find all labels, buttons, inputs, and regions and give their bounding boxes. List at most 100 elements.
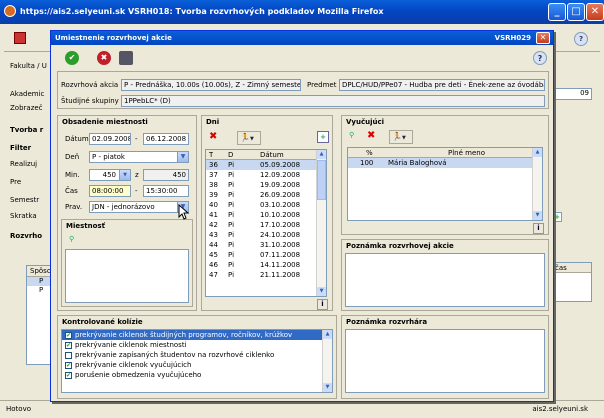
- scroll-up-icon[interactable]: ▲: [323, 330, 332, 339]
- vyucujuci-table[interactable]: % Plné meno 100 Mária Baloghová ▲ ▼: [347, 147, 543, 221]
- prav-value: JDN - jednorázovo: [92, 203, 155, 211]
- kolizie-rows: ✔ prekrývanie ciklenok študijných program…: [62, 330, 332, 380]
- table-row[interactable]: 100 Mária Baloghová: [348, 158, 542, 168]
- cancel-icon[interactable]: ✖: [97, 51, 111, 65]
- table-row[interactable]: 39 Pi 26.09.2008: [206, 190, 326, 200]
- scroll-down-icon[interactable]: ▼: [533, 211, 542, 220]
- maximize-button[interactable]: □: [567, 3, 585, 21]
- list-item[interactable]: prekrývanie zapísaných študentov na rozv…: [62, 350, 332, 360]
- cas-from-field[interactable]: 08:00:00: [89, 185, 131, 197]
- dialog-close-button[interactable]: ✕: [536, 32, 550, 44]
- vyucujuci-col-percent[interactable]: %: [366, 148, 373, 158]
- day-week: 44: [209, 241, 218, 249]
- collision-checkbox[interactable]: ✔: [65, 341, 72, 349]
- table-row[interactable]: 37 Pi 12.09.2008: [206, 170, 326, 180]
- min-field[interactable]: 450 ▼: [89, 169, 131, 181]
- table-row[interactable]: 44 Pi 31.10.2008: [206, 240, 326, 250]
- teacher-name: Mária Baloghová: [388, 159, 447, 167]
- table-row[interactable]: 46 Pi 14.11.2008: [206, 260, 326, 270]
- collision-label: porušenie obmedzenia vyučujúceho: [75, 371, 202, 379]
- cas-to-field[interactable]: 15:30:00: [143, 185, 189, 197]
- list-item[interactable]: ✔ prekrývanie ciklenok miestnosti: [62, 340, 332, 350]
- collision-checkbox[interactable]: ✔: [65, 371, 72, 379]
- day-week: 36: [209, 161, 218, 169]
- scroll-down-icon[interactable]: ▼: [323, 383, 332, 392]
- vyucujuci-info-button[interactable]: i: [533, 223, 544, 234]
- predmet-field: DPLC/HUD/PPe07 - Hudba pre deti - Ének-z…: [339, 79, 545, 91]
- table-row[interactable]: 42 Pi 17.10.2008: [206, 220, 326, 230]
- remove-teacher-icon[interactable]: ✖: [367, 130, 375, 141]
- confirm-check-icon[interactable]: ✔: [65, 51, 79, 65]
- datum-to-field[interactable]: 06.12.2008: [143, 133, 189, 145]
- day-week: 42: [209, 221, 218, 229]
- collision-label: prekrývanie ciklenok miestnosti: [75, 341, 187, 349]
- collision-checkbox[interactable]: ✔: [65, 331, 72, 339]
- exit-icon[interactable]: [14, 32, 26, 44]
- predmet-label: Predmet: [307, 81, 337, 89]
- add-teacher-icon[interactable]: ⚲: [349, 131, 363, 143]
- datum-label: Dátum: [65, 135, 89, 143]
- dni-info-button[interactable]: i: [317, 299, 328, 310]
- bg-label-rozvrho: Rozvrho: [10, 232, 43, 240]
- dni-scrollbar[interactable]: ▲ ▼: [316, 150, 326, 296]
- teacher-person-menu-button[interactable]: 🏃▼: [389, 130, 413, 144]
- vyucujuci-scrollbar[interactable]: ▲ ▼: [532, 148, 542, 220]
- person-menu-button[interactable]: 🏃▼: [237, 131, 261, 145]
- den-value: P - piatok: [92, 153, 125, 161]
- table-row[interactable]: 43 Pi 24.10.2008: [206, 230, 326, 240]
- table-row[interactable]: 40 Pi 03.10.2008: [206, 200, 326, 210]
- day-week: 41: [209, 211, 218, 219]
- prav-select[interactable]: JDN - jednorázovo ▼: [89, 201, 189, 213]
- dni-col-datum[interactable]: Dátum: [260, 150, 284, 160]
- kolizie-scrollbar[interactable]: ▲ ▼: [322, 330, 332, 392]
- help-icon[interactable]: ?: [574, 32, 588, 46]
- obsadenie-title: Obsadenie miestnosti: [62, 118, 148, 126]
- collision-checkbox[interactable]: ✔: [65, 361, 72, 369]
- day-week: 37: [209, 171, 218, 179]
- poznamka-akcie-textarea[interactable]: [345, 253, 545, 307]
- scroll-thumb[interactable]: [317, 160, 326, 200]
- list-item[interactable]: ✔ prekrývanie ciklenok študijných program…: [62, 330, 332, 340]
- browser-title-bar: https://ais2.selyeuni.sk VSRH018: Tvorba…: [0, 0, 604, 24]
- bg-label-tvorba: Tvorba r: [10, 126, 44, 134]
- scroll-up-icon[interactable]: ▲: [533, 148, 542, 157]
- minimize-button[interactable]: _: [548, 3, 566, 21]
- vyucujuci-col-name[interactable]: Plné meno: [448, 148, 485, 158]
- dni-table[interactable]: T D Dátum 36 Pi 05.09.2008 37 Pi 12.09.2008 38…: [205, 149, 327, 297]
- close-window-button[interactable]: ✕: [586, 3, 604, 21]
- dialog-code: VSRH029: [494, 34, 531, 42]
- remove-day-icon[interactable]: ✖: [209, 131, 217, 142]
- table-row[interactable]: 36 Pi 05.09.2008: [206, 160, 326, 170]
- bg-label-akademic: Akademic: [10, 90, 45, 98]
- list-item[interactable]: ✔ porušenie obmedzenia vyučujúceho: [62, 370, 332, 380]
- chevron-down-icon[interactable]: ▼: [177, 152, 188, 162]
- add-room-icon[interactable]: ⚲: [69, 235, 83, 247]
- bg-label-semestr: Semestr: [10, 196, 40, 204]
- table-row[interactable]: 41 Pi 10.10.2008: [206, 210, 326, 220]
- dialog-help-icon[interactable]: ?: [533, 51, 547, 65]
- den-select[interactable]: P - piatok ▼: [89, 151, 189, 163]
- datum-from-field[interactable]: 02.09.2008: [89, 133, 131, 145]
- collision-checkbox[interactable]: [65, 351, 72, 359]
- table-row[interactable]: 47 Pi 21.11.2008: [206, 270, 326, 280]
- bg-label-zobrazec: Zobrazeč: [10, 104, 43, 112]
- day-week: 47: [209, 271, 218, 279]
- bg-field[interactable]: 09: [552, 88, 592, 100]
- table-row[interactable]: 45 Pi 07.11.2008: [206, 250, 326, 260]
- list-item[interactable]: ✔ prekrývanie ciklenok vyučujúcich: [62, 360, 332, 370]
- miestnost-list[interactable]: [65, 249, 189, 303]
- day-name: Pi: [228, 241, 235, 249]
- dni-col-t[interactable]: T: [209, 150, 213, 160]
- add-day-icon[interactable]: +: [317, 131, 329, 143]
- scroll-down-icon[interactable]: ▼: [317, 287, 326, 296]
- print-icon[interactable]: [119, 51, 133, 65]
- den-label: Deň: [65, 153, 80, 161]
- poznamka-akcie-title: Poznámka rozvrhovej akcie: [346, 242, 454, 250]
- kolizie-list[interactable]: ✔ prekrývanie ciklenok študijných program…: [61, 329, 333, 393]
- stepper-icon[interactable]: ▼: [119, 170, 130, 180]
- dni-col-d[interactable]: D: [228, 150, 233, 160]
- scroll-up-icon[interactable]: ▲: [317, 150, 326, 159]
- table-row[interactable]: 38 Pi 19.09.2008: [206, 180, 326, 190]
- poznamka-rozvrhara-textarea[interactable]: [345, 329, 545, 393]
- day-name: Pi: [228, 231, 235, 239]
